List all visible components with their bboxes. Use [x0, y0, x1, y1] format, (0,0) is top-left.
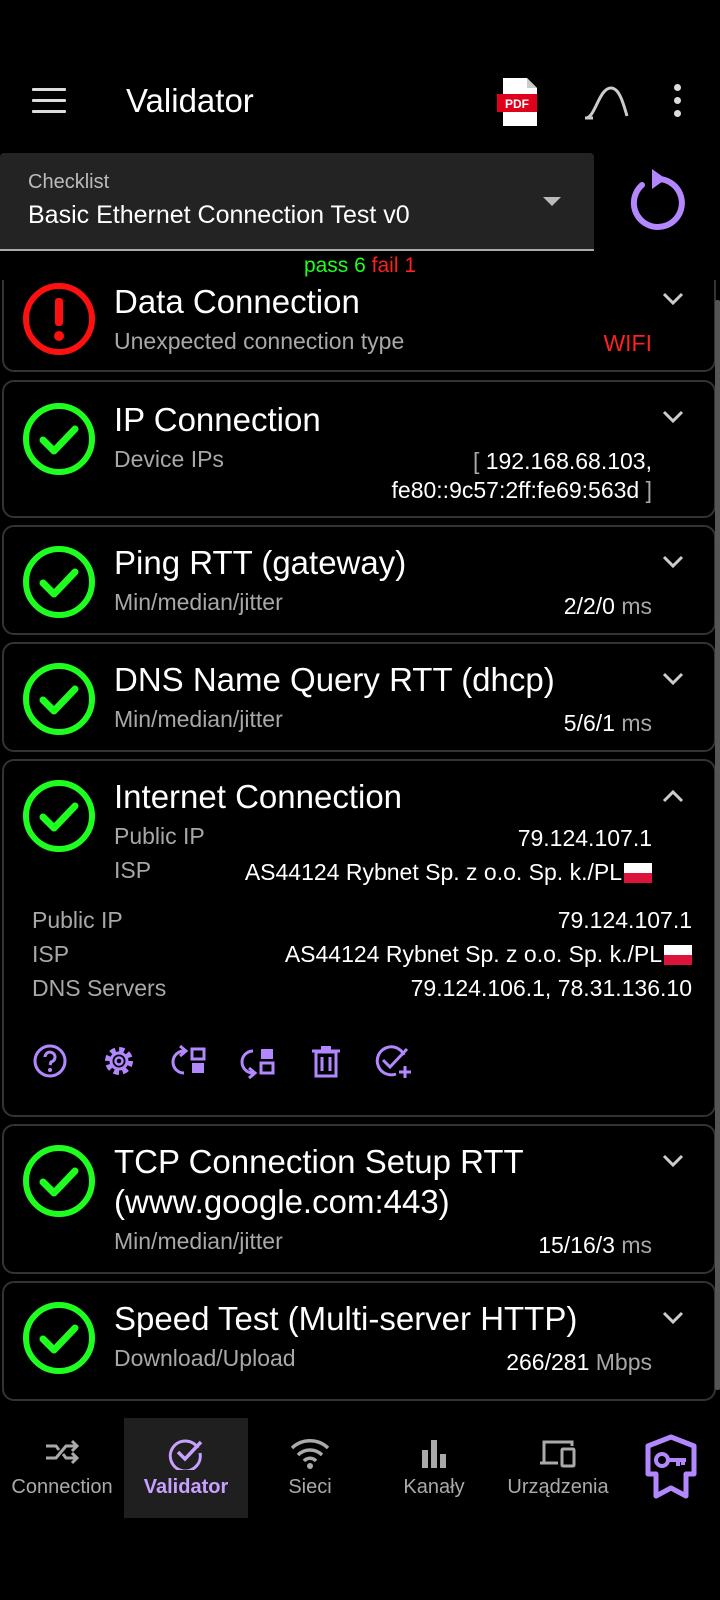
check-circle-icon: [23, 1302, 95, 1374]
wifi-icon: [290, 1439, 330, 1469]
card-value-line2: fe80::9c57:2ff:fe69:563d ]: [391, 477, 652, 503]
page-title: Validator: [126, 82, 254, 119]
svg-text:PDF: PDF: [505, 97, 529, 111]
check-card-tcp-rtt[interactable]: TCP Connection Setup RTT (www.google.com…: [2, 1124, 716, 1274]
chevron-up-icon[interactable]: [662, 789, 684, 803]
checklist-value: Basic Ethernet Connection Test v0: [28, 201, 410, 229]
detail-label: ISP: [32, 941, 70, 967]
signal-curve-icon[interactable]: [583, 82, 633, 122]
card-title: Data Connection: [114, 283, 360, 320]
check-circle-icon: [23, 663, 95, 735]
chevron-down-icon[interactable]: [662, 1154, 684, 1168]
card-title: Internet Connection: [114, 778, 403, 815]
check-card-ip-connection[interactable]: IP Connection Device IPs [ 192.168.68.10…: [2, 380, 716, 518]
chevron-down-icon[interactable]: [662, 672, 684, 686]
nav-connection[interactable]: Connection: [0, 1418, 124, 1518]
card-subtitle: Unexpected connection type: [114, 328, 405, 354]
check-circle-icon: [23, 403, 95, 475]
nav-validator[interactable]: Validator: [124, 1418, 248, 1518]
scrollbar[interactable]: [715, 300, 720, 1390]
card-subtitle: Min/median/jitter: [114, 589, 283, 615]
check-list: Data Connection Unexpected connection ty…: [0, 280, 720, 1416]
pass-count: pass 6: [303, 254, 366, 277]
checklist-label: Checklist: [28, 171, 110, 193]
nav-urzadzenia[interactable]: Urządzenia: [496, 1418, 620, 1518]
card-value: 2/2/0 ms: [563, 593, 652, 619]
check-card-speed-test[interactable]: Speed Test (Multi-server HTTP) Download/…: [2, 1281, 716, 1401]
checklist-select[interactable]: Checklist Basic Ethernet Connection Test…: [0, 153, 594, 251]
card-title-line2: (www.google.com:443): [114, 1183, 450, 1220]
check-circle-icon: [23, 1145, 95, 1217]
help-icon[interactable]: [32, 1043, 68, 1079]
card-value: 5/6/1 ms: [563, 710, 652, 736]
card-title-line1: TCP Connection Setup RTT: [114, 1143, 524, 1180]
pdf-export-icon[interactable]: PDF: [497, 76, 543, 128]
chevron-down-icon[interactable]: [662, 292, 684, 306]
connection-icon: [46, 1439, 80, 1465]
rerun-icon[interactable]: [168, 1043, 208, 1079]
detail-value: 79.124.107.1: [557, 907, 692, 933]
card-value-line1: [ 192.168.68.103,: [472, 448, 652, 474]
nav-label: Kanały: [403, 1476, 465, 1498]
summary-label-public-ip: Public IP: [114, 823, 205, 849]
check-circle-icon: [23, 546, 95, 618]
app-bar: Validator PDF: [0, 60, 720, 150]
summary-value-isp: AS44124 Rybnet Sp. z o.o. Sp. k./PL: [245, 859, 652, 886]
card-value: WIFI: [603, 330, 652, 356]
nav-sieci[interactable]: Sieci: [248, 1418, 372, 1518]
refresh-icon[interactable]: [622, 165, 694, 237]
bottom-navigation: Connection Validator Sieci Kanały Urządz…: [0, 1418, 720, 1518]
card-subtitle: Min/median/jitter: [114, 706, 283, 732]
summary-label-isp: ISP: [114, 857, 152, 883]
check-card-internet-connection[interactable]: Internet Connection Public IP 79.124.107…: [2, 759, 716, 1117]
detail-label: DNS Servers: [32, 975, 167, 1001]
card-subtitle: Min/median/jitter: [114, 1228, 283, 1254]
card-value: 266/281 Mbps: [506, 1349, 652, 1375]
card-value: 15/16/3 ms: [538, 1232, 652, 1258]
poland-flag-icon: [624, 863, 652, 883]
check-card-ping-rtt[interactable]: Ping RTT (gateway) Min/median/jitter 2/2…: [2, 525, 716, 635]
detail-value: AS44124 Rybnet Sp. z o.o. Sp. k./PL: [285, 941, 692, 968]
delete-icon[interactable]: [308, 1043, 344, 1079]
bar-chart-icon: [422, 1440, 446, 1468]
card-subtitle: Download/Upload: [114, 1345, 296, 1371]
fail-count: fail 1: [371, 254, 417, 277]
menu-icon[interactable]: [32, 88, 66, 118]
error-icon: [23, 283, 95, 355]
check-card-dns-query[interactable]: DNS Name Query RTT (dhcp) Min/median/jit…: [2, 642, 716, 752]
nav-label: Validator: [143, 1476, 229, 1498]
premium-badge-icon[interactable]: [642, 1434, 700, 1500]
check-badge-icon: [168, 1439, 203, 1470]
nav-label: Connection: [11, 1476, 113, 1498]
card-subtitle: Device IPs: [114, 446, 224, 472]
devices-icon: [540, 1440, 576, 1468]
add-check-icon[interactable]: [374, 1043, 414, 1079]
check-circle-icon: [23, 780, 95, 852]
nav-kanaly[interactable]: Kanały: [372, 1418, 496, 1518]
card-title: Speed Test (Multi-server HTTP): [114, 1300, 578, 1337]
settings-icon[interactable]: [101, 1043, 137, 1079]
test-summary: pass 6 fail 1: [0, 254, 720, 278]
chevron-down-icon[interactable]: [662, 1311, 684, 1325]
card-title: IP Connection: [114, 401, 321, 438]
nav-label: Urządzenia: [507, 1476, 609, 1498]
card-title: Ping RTT (gateway): [114, 544, 407, 581]
chevron-down-icon[interactable]: [662, 555, 684, 569]
poland-flag-icon: [664, 945, 692, 965]
card-title: DNS Name Query RTT (dhcp): [114, 661, 555, 698]
more-options-icon[interactable]: [670, 84, 684, 124]
rerun-step-icon[interactable]: [237, 1043, 277, 1079]
dropdown-arrow-icon: [543, 197, 561, 206]
chevron-down-icon[interactable]: [662, 410, 684, 424]
detail-value: 79.124.106.1, 78.31.136.10: [410, 975, 692, 1001]
detail-label: Public IP: [32, 907, 123, 933]
summary-value-public-ip: 79.124.107.1: [517, 825, 652, 851]
nav-label: Sieci: [288, 1476, 332, 1498]
check-card-data-connection[interactable]: Data Connection Unexpected connection ty…: [2, 280, 716, 372]
